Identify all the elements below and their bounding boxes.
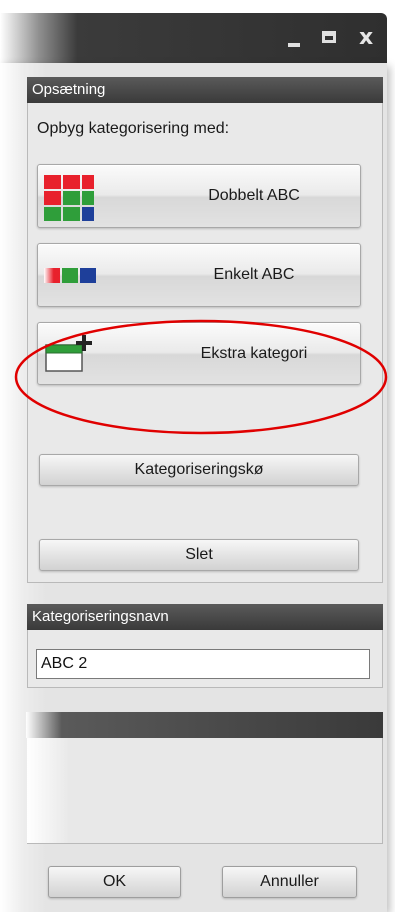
categorization-name-input[interactable] xyxy=(36,649,370,679)
extra-category-add-icon xyxy=(45,335,92,372)
extra-category-button[interactable]: Ekstra kategori xyxy=(37,322,361,385)
single-abc-label: Enkelt ABC xyxy=(213,266,295,283)
double-abc-label: Dobbelt ABC xyxy=(208,187,300,204)
double-abc-button[interactable]: Dobbelt ABC xyxy=(37,164,361,228)
single-abc-button[interactable]: Enkelt ABC xyxy=(37,243,361,307)
extra-category-label: Ekstra kategori xyxy=(200,344,308,362)
delete-button[interactable]: Slet xyxy=(39,539,359,571)
close-button[interactable]: x xyxy=(355,13,385,63)
maximize-button[interactable] xyxy=(318,13,348,63)
title-bar[interactable]: x xyxy=(0,13,387,63)
minimize-button[interactable] xyxy=(282,13,312,63)
double-abc-grid-icon xyxy=(42,173,98,221)
ok-button[interactable]: OK xyxy=(48,866,181,898)
categorization-name-header: Kategoriseringsnavn xyxy=(27,604,383,630)
details-group-header xyxy=(26,712,383,738)
setup-group-header: Opsætning xyxy=(27,77,383,103)
dialog-window: x Opsætning Opbyg kategorisering med: Do… xyxy=(0,0,395,912)
cancel-button[interactable]: Annuller xyxy=(222,866,357,898)
details-group xyxy=(26,712,383,844)
minimize-icon xyxy=(288,43,300,47)
single-abc-bar-icon xyxy=(42,252,98,298)
close-icon: x xyxy=(359,25,374,50)
maximize-icon xyxy=(322,31,336,43)
categorization-queue-button[interactable]: Kategoriseringskø xyxy=(39,454,359,486)
build-categorization-label: Opbyg kategorisering med: xyxy=(37,120,230,137)
